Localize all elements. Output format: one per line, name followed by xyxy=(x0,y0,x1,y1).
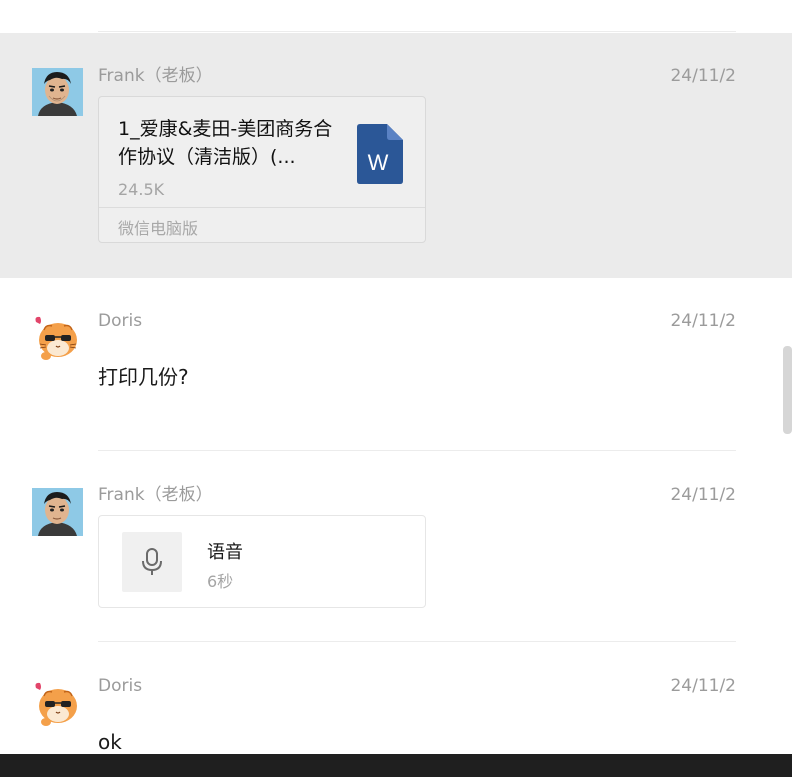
message-item[interactable]: Doris 24/11/2 ok xyxy=(0,676,792,754)
microphone-icon xyxy=(122,532,182,592)
sender-name[interactable]: Frank（老板） xyxy=(98,66,213,86)
file-source-bar: 微信电脑版 xyxy=(99,207,425,242)
avatar-doris[interactable] xyxy=(32,680,83,728)
avatar-frank[interactable] xyxy=(32,68,83,116)
voice-message-card[interactable]: 语音 6秒 xyxy=(98,515,426,608)
scrollbar-thumb[interactable] xyxy=(783,346,792,434)
message-divider xyxy=(98,641,736,642)
file-card[interactable]: 1_爱康&麦田-美团商务合作协议（清洁版）(... 24.5K W 微信电脑版 xyxy=(98,96,426,243)
message-text[interactable]: ok xyxy=(98,730,122,754)
avatar-frank-image xyxy=(32,68,83,116)
avatar-frank-image xyxy=(32,488,83,536)
message-time: 24/11/2 xyxy=(670,676,736,696)
avatar-doris[interactable] xyxy=(32,314,83,362)
word-doc-letter: W xyxy=(368,150,389,175)
file-source: 微信电脑版 xyxy=(118,219,199,238)
sender-name[interactable]: Doris xyxy=(98,676,142,696)
message-time: 24/11/2 xyxy=(670,485,736,505)
message-time: 24/11/2 xyxy=(670,311,736,331)
file-size: 24.5K xyxy=(118,180,165,199)
message-text[interactable]: 打印几份? xyxy=(98,365,189,389)
message-divider xyxy=(98,450,736,451)
sender-name[interactable]: Doris xyxy=(98,311,142,331)
voice-label: 语音 xyxy=(207,542,243,563)
file-name: 1_爱康&麦田-美团商务合作协议（清洁版）(... xyxy=(118,118,333,168)
word-doc-icon: W xyxy=(357,124,403,184)
message-time: 24/11/2 xyxy=(670,66,736,86)
message-item[interactable]: Doris 24/11/2 打印几份? xyxy=(0,279,792,450)
bottom-bar xyxy=(0,754,792,777)
message-item[interactable]: Frank（老板） 24/11/2 语音 6秒 xyxy=(0,485,792,641)
message-divider xyxy=(98,31,736,32)
voice-duration: 6秒 xyxy=(207,572,234,591)
avatar-doris-image xyxy=(32,680,83,728)
sender-name[interactable]: Frank（老板） xyxy=(98,485,213,505)
chat-history-window: Frank（老板） 24/11/2 1_爱康&麦田-美团商务合作协议（清洁版）(… xyxy=(0,0,792,777)
message-item[interactable]: Frank（老板） 24/11/2 1_爱康&麦田-美团商务合作协议（清洁版）(… xyxy=(0,33,792,278)
avatar-frank[interactable] xyxy=(32,488,83,536)
avatar-doris-image xyxy=(32,314,83,362)
